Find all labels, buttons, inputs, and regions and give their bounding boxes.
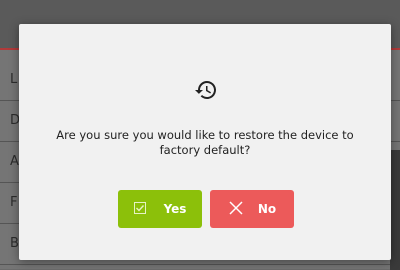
no-button[interactable]: No: [210, 190, 294, 228]
list-item-label: L: [10, 72, 18, 87]
list-item-label: B: [10, 236, 19, 251]
no-button-label: No: [257, 202, 277, 216]
close-icon: [228, 200, 244, 219]
checkbox-icon: [133, 201, 146, 217]
list-item-label: A: [10, 154, 19, 169]
side-panel-edge: [390, 150, 400, 270]
yes-button[interactable]: Yes: [118, 190, 202, 228]
list-item-label: F: [10, 195, 18, 210]
confirm-message: Are you sure you would like to restore t…: [56, 128, 354, 157]
restore-confirm-dialog: Are you sure you would like to restore t…: [19, 24, 391, 260]
restore-history-icon: [194, 78, 218, 102]
yes-button-label: Yes: [163, 202, 187, 216]
